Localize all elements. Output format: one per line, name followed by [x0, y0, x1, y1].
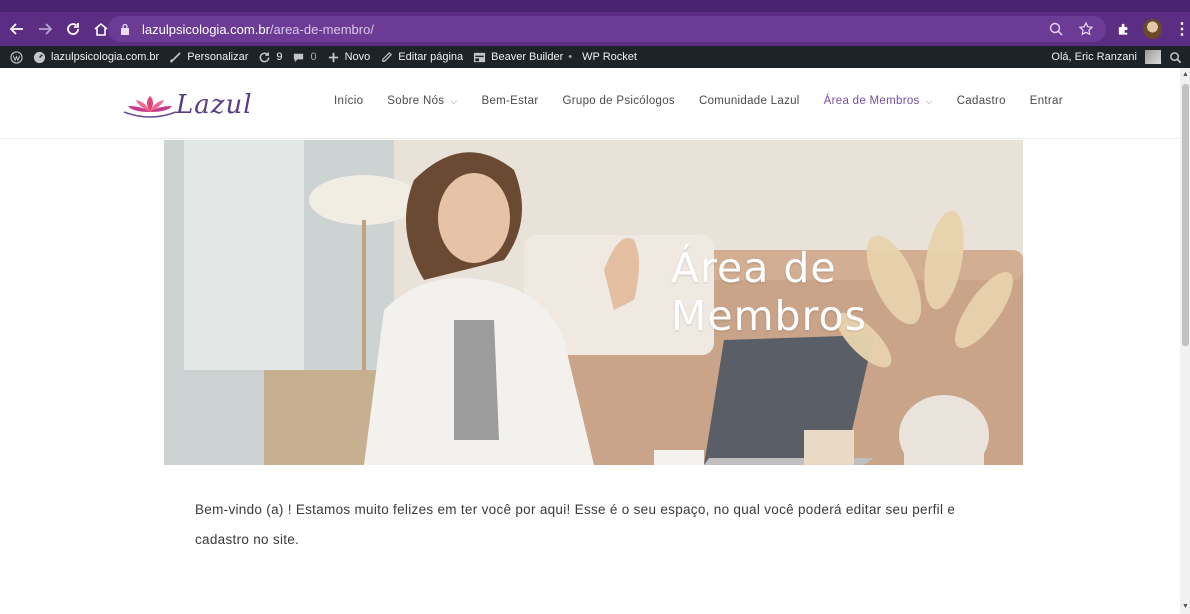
- brush-icon: [170, 51, 181, 63]
- nav-label: Área de Membros: [823, 95, 920, 107]
- logo-text: Lazul: [176, 90, 253, 120]
- page-viewport: Lazul Início Sobre Nós ⌵ Bem-Estar Grupo …: [0, 68, 1180, 614]
- main-nav: Início Sobre Nós ⌵ Bem-Estar Grupo de Psi…: [334, 95, 1063, 107]
- wp-logo-menu[interactable]: [10, 50, 23, 64]
- wp-rocket-link[interactable]: WP Rocket: [582, 51, 637, 63]
- edit-page-link[interactable]: Editar página: [380, 51, 463, 64]
- back-arrow-icon[interactable]: [6, 18, 28, 40]
- reload-icon[interactable]: [62, 18, 84, 40]
- dashboard-icon: [33, 51, 46, 63]
- star-icon[interactable]: [1078, 21, 1094, 37]
- scroll-thumb[interactable]: [1182, 84, 1189, 346]
- profile-avatar[interactable]: [1143, 19, 1162, 39]
- address-bar[interactable]: lazulpsicologia.com.br/area-de-membro/: [108, 16, 1106, 42]
- wp-admin-bar: lazulpsicologia.com.br Personalizar 9 0 …: [0, 46, 1190, 68]
- zoom-icon[interactable]: [1048, 21, 1064, 37]
- search-icon[interactable]: [1169, 51, 1182, 64]
- user-greeting[interactable]: Olá, Eric Ranzani: [1051, 51, 1137, 63]
- url-path: /area-de-membro/: [269, 21, 374, 37]
- beaver-builder-label: Beaver Builder: [491, 51, 564, 63]
- scroll-up-arrow-icon[interactable]: ▲: [1182, 71, 1189, 78]
- nav-label: Bem-Estar: [481, 95, 539, 107]
- nav-label: Sobre Nós: [387, 95, 445, 107]
- site-header: Lazul Início Sobre Nós ⌵ Bem-Estar Grupo …: [0, 68, 1180, 139]
- site-name-menu[interactable]: lazulpsicologia.com.br: [33, 51, 159, 64]
- page-scrollbar[interactable]: ▲ ▼: [1180, 68, 1190, 614]
- customize-link[interactable]: Personalizar: [169, 51, 248, 64]
- kebab-menu-icon[interactable]: ⋮: [1174, 19, 1190, 39]
- comments-link[interactable]: 0: [292, 51, 317, 64]
- updates-icon: [259, 51, 270, 62]
- lotus-logo-icon: [123, 96, 177, 118]
- nav-item-area-de-membros[interactable]: Área de Membros ⌵: [824, 95, 933, 107]
- url-host: lazulpsicologia.com.br: [142, 21, 270, 37]
- nav-label: Comunidade Lazul: [698, 95, 800, 107]
- nav-item-grupo-de-psicologos[interactable]: Grupo de Psicólogos: [563, 95, 675, 107]
- nav-item-entrar[interactable]: Entrar: [1030, 95, 1063, 107]
- nav-label: Entrar: [1029, 95, 1063, 107]
- site-logo[interactable]: Lazul: [120, 90, 253, 120]
- extensions-puzzle-icon[interactable]: [1116, 21, 1131, 37]
- wp-rocket-label: WP Rocket: [582, 51, 637, 63]
- page-title: Área de Membros: [671, 244, 867, 340]
- welcome-text: Bem-vindo (a) ! Estamos muito felizes em…: [195, 502, 956, 547]
- hero-banner: Área de Membros: [164, 140, 1023, 465]
- new-content-link[interactable]: Novo: [327, 51, 371, 64]
- chevron-down-icon: ⌵: [925, 95, 933, 106]
- updates-link[interactable]: 9: [258, 51, 282, 64]
- nav-item-inicio[interactable]: Início: [334, 95, 363, 107]
- builder-icon: [474, 52, 486, 62]
- nav-label: Cadastro: [956, 95, 1006, 107]
- edit-page-label: Editar página: [398, 51, 464, 63]
- scroll-down-arrow-icon[interactable]: ▼: [1182, 603, 1189, 610]
- updates-count: 9: [276, 51, 283, 63]
- nav-label: Início: [334, 95, 364, 107]
- comments-count: 0: [310, 51, 317, 63]
- pencil-icon: [382, 51, 393, 62]
- beaver-builder-link[interactable]: Beaver Builder •: [473, 51, 572, 64]
- status-dot-icon: •: [568, 51, 573, 63]
- site-name-label: lazulpsicologia.com.br: [51, 51, 160, 63]
- chevron-down-icon: ⌵: [450, 95, 458, 106]
- lock-icon: [121, 23, 129, 35]
- comment-icon: [294, 53, 304, 62]
- plus-icon: [328, 52, 338, 62]
- nav-item-sobre-nos[interactable]: Sobre Nós ⌵: [387, 95, 457, 107]
- nav-item-cadastro[interactable]: Cadastro: [957, 95, 1006, 107]
- forward-arrow-icon[interactable]: [34, 18, 56, 40]
- user-avatar[interactable]: [1145, 50, 1161, 64]
- tab-strip: [0, 0, 1190, 12]
- nav-item-bem-estar[interactable]: Bem-Estar: [481, 95, 538, 107]
- wordpress-icon: [10, 50, 23, 64]
- browser-chrome: lazulpsicologia.com.br/area-de-membro/ ⋮: [0, 0, 1190, 46]
- browser-toolbar: lazulpsicologia.com.br/area-de-membro/ ⋮: [0, 12, 1190, 46]
- new-label: Novo: [344, 51, 371, 63]
- customize-label: Personalizar: [187, 51, 249, 63]
- nav-label: Grupo de Psicólogos: [562, 95, 675, 107]
- nav-item-comunidade-lazul[interactable]: Comunidade Lazul: [699, 95, 800, 107]
